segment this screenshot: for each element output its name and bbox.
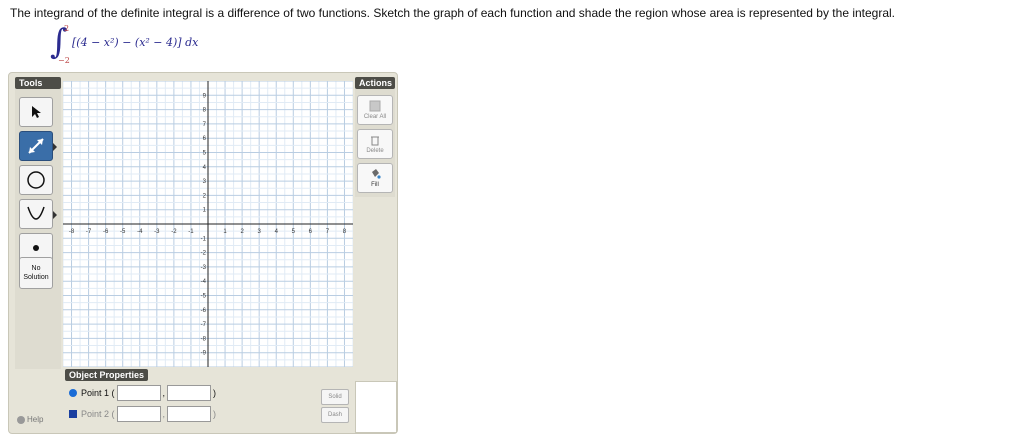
parabola-tool-button[interactable]	[19, 199, 57, 229]
line-icon	[28, 138, 44, 154]
y-tick-label: -2	[201, 251, 207, 257]
help-icon	[17, 415, 25, 424]
delete-button[interactable]: Delete	[357, 129, 393, 159]
point1-y-input[interactable]	[167, 385, 212, 401]
tools-panel: Tools No Solution	[15, 77, 61, 369]
circle-tool-button[interactable]	[19, 165, 53, 195]
x-tick-label: -8	[69, 229, 75, 235]
y-tick-label: -3	[201, 265, 207, 271]
solid-line-button[interactable]: Solid	[321, 389, 349, 405]
parabola-icon	[27, 206, 45, 220]
x-tick-label: -5	[120, 229, 126, 235]
x-tick-label: -6	[103, 229, 109, 235]
point2-y-input[interactable]	[167, 406, 212, 422]
y-tick-label: -7	[201, 322, 207, 328]
point1-label: Point 1 (	[81, 388, 115, 398]
tools-title: Tools	[15, 77, 61, 89]
pointer-tool-button[interactable]	[19, 97, 53, 127]
clear-all-button[interactable]: Clear All	[357, 95, 393, 125]
fill-label: Fill	[371, 182, 379, 188]
point1-x-input[interactable]	[116, 385, 161, 401]
y-tick-label: -6	[201, 308, 207, 314]
circle-icon	[27, 171, 45, 189]
x-tick-label: -3	[154, 229, 160, 235]
color-picker[interactable]	[355, 381, 397, 433]
x-tick-label: -4	[137, 229, 143, 235]
integrand: [(4 − x²) − (x² − 4)] dx	[72, 36, 199, 49]
point1-marker-icon	[69, 389, 77, 397]
point2-x-input[interactable]	[116, 406, 161, 422]
point2-marker-icon	[69, 410, 77, 418]
point1-close: )	[213, 388, 217, 398]
clear-all-icon	[369, 100, 381, 112]
y-tick-label: -8	[201, 336, 207, 342]
point2-label: Point 2 (	[81, 409, 115, 419]
no-solution-button[interactable]: No Solution	[19, 257, 53, 289]
pointer-icon	[32, 106, 41, 118]
point-icon	[33, 245, 39, 251]
line-tool-button[interactable]	[19, 131, 57, 161]
x-tick-label: -1	[188, 229, 194, 235]
help-label: Help	[27, 415, 44, 424]
integral-expression: ∫ 2 −2 [(4 − x²) − (x² − 4)] dx	[44, 24, 284, 66]
point1-separator: ,	[162, 388, 166, 398]
x-tick-label: -7	[86, 229, 92, 235]
object-properties-title: Object Properties	[65, 369, 149, 381]
line-tool-options-arrow[interactable]	[53, 143, 57, 151]
actions-title: Actions	[355, 77, 395, 89]
question-text: The integrand of the definite integral i…	[10, 6, 896, 20]
parabola-tool-options-arrow[interactable]	[53, 211, 57, 219]
fill-button[interactable]: Fill	[357, 163, 393, 193]
y-tick-label: -5	[201, 294, 207, 300]
object-properties-panel: Object Properties Point 1 ( , ) Point 2 …	[63, 369, 353, 433]
clear-all-label: Clear All	[363, 114, 387, 120]
help-link[interactable]: Help	[17, 415, 43, 424]
point2-separator: ,	[162, 409, 166, 419]
trash-icon	[371, 136, 379, 146]
y-tick-label: -4	[201, 279, 207, 285]
point2-row: Point 2 ( , )	[69, 406, 216, 422]
graphing-tool: Tools No Solution -8 -7 -6 -5 -4 -3 -2 -1 1 2 3 4 5 6…	[8, 72, 398, 434]
point2-close: )	[213, 409, 217, 419]
paint-bucket-icon	[372, 169, 381, 179]
y-tick-label: -1	[201, 236, 207, 242]
y-tick-label: -9	[201, 351, 207, 357]
delete-label: Delete	[366, 148, 384, 154]
actions-panel: Actions Clear All Delete Fill	[355, 77, 395, 197]
integral-upper-limit: 2	[64, 24, 70, 33]
coordinate-grid[interactable]: -8 -7 -6 -5 -4 -3 -2 -1 1 2 3 4 5 6 7 8987654321-1-2-3-…	[63, 81, 353, 367]
integral-lower-limit: −2	[58, 56, 70, 65]
x-tick-label: -2	[171, 229, 177, 235]
point1-row: Point 1 ( , )	[69, 385, 216, 401]
